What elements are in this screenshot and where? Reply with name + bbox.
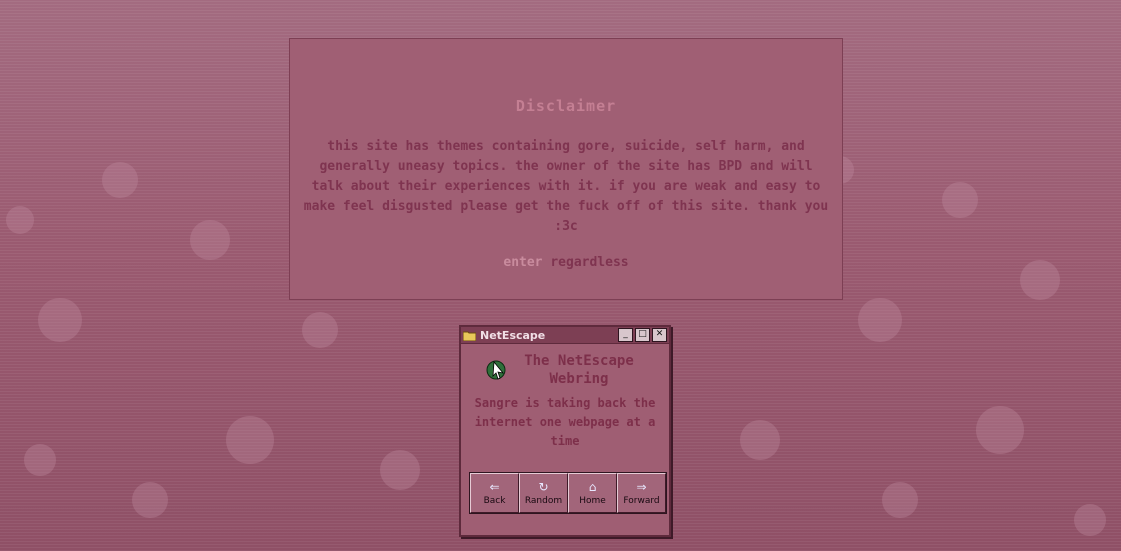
enter-link[interactable]: enter <box>503 255 542 270</box>
globe-cursor-icon <box>486 360 506 380</box>
home-label: Home <box>579 496 606 506</box>
disclaimer-title: Disclaimer <box>515 97 617 115</box>
maximize-button[interactable]: □ <box>635 328 650 342</box>
forward-label: Forward <box>623 496 660 506</box>
back-arrow-icon: ⇐ <box>489 480 500 494</box>
regardless-text: regardless <box>550 255 629 270</box>
webring-description: Sangre is taking back the internet one w… <box>461 394 669 451</box>
back-button[interactable]: ⇐ Back <box>470 473 519 513</box>
folder-icon <box>463 331 476 341</box>
webring-nav: ⇐ Back ↻ Random ⌂ Home ⇒ Forward <box>469 472 667 514</box>
minimize-button[interactable]: _ <box>618 328 633 342</box>
random-refresh-icon: ↻ <box>538 480 549 494</box>
disclaimer-panel: Disclaimer this site has themes containi… <box>289 38 843 300</box>
disclaimer-text: this site has themes containing gore, su… <box>303 139 829 234</box>
window-title: NetEscape <box>480 328 546 342</box>
random-button[interactable]: ↻ Random <box>519 473 568 513</box>
enter-line: enter regardless <box>290 255 842 270</box>
webring-title: The NetEscape Webring <box>524 353 634 387</box>
netescape-webring-window: NetEscape _ □ ✕ The NetEscape Webring Sa… <box>459 325 671 537</box>
random-label: Random <box>524 496 563 506</box>
home-button[interactable]: ⌂ Home <box>568 473 617 513</box>
back-label: Back <box>483 496 506 506</box>
forward-arrow-icon: ⇒ <box>636 480 647 494</box>
webring-heading: The NetEscape Webring <box>461 352 669 388</box>
window-titlebar[interactable]: NetEscape _ □ ✕ <box>461 327 669 344</box>
forward-button[interactable]: ⇒ Forward <box>617 473 666 513</box>
close-button[interactable]: ✕ <box>652 328 667 342</box>
member-name[interactable]: Sangre <box>475 396 518 410</box>
home-icon: ⌂ <box>588 480 597 494</box>
